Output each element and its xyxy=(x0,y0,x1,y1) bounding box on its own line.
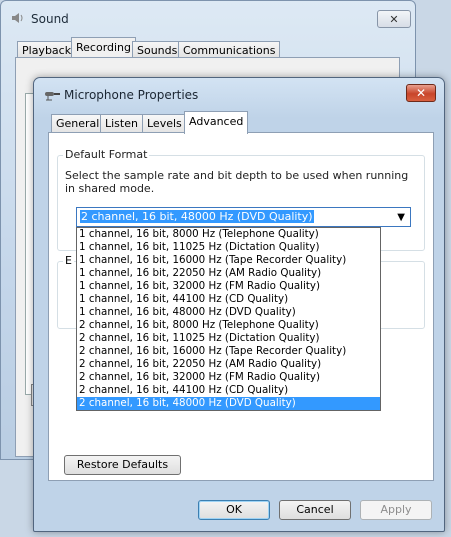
format-option[interactable]: 2 channel, 16 bit, 44100 Hz (CD Quality) xyxy=(77,384,380,397)
format-option[interactable]: 1 channel, 16 bit, 16000 Hz (Tape Record… xyxy=(77,254,380,267)
format-option[interactable]: 1 channel, 16 bit, 22050 Hz (AM Radio Qu… xyxy=(77,267,380,280)
restore-defaults-button[interactable]: Restore Defaults xyxy=(64,455,181,475)
exclusive-mode-label: E xyxy=(63,254,74,267)
format-option-highlighted[interactable]: 2 channel, 16 bit, 48000 Hz (DVD Quality… xyxy=(77,397,380,410)
ok-button[interactable]: OK xyxy=(198,500,270,520)
format-option[interactable]: 2 channel, 16 bit, 32000 Hz (FM Radio Qu… xyxy=(77,371,380,384)
format-option[interactable]: 1 channel, 16 bit, 32000 Hz (FM Radio Qu… xyxy=(77,280,380,293)
format-option[interactable]: 1 channel, 16 bit, 44100 Hz (CD Quality) xyxy=(77,293,380,306)
microphone-icon xyxy=(45,92,60,101)
tab-playback[interactable]: Playback xyxy=(17,41,77,58)
cancel-button[interactable]: Cancel xyxy=(279,500,351,520)
default-format-description: Select the sample rate and bit depth to … xyxy=(65,169,409,195)
dropdown-arrow-icon[interactable]: ▼ xyxy=(397,209,405,227)
format-option[interactable]: 1 channel, 16 bit, 11025 Hz (Dictation Q… xyxy=(77,241,380,254)
default-format-selected: 2 channel, 16 bit, 48000 Hz (DVD Quality… xyxy=(80,210,314,223)
format-option[interactable]: 2 channel, 16 bit, 8000 Hz (Telephone Qu… xyxy=(77,319,380,332)
tab-listen[interactable]: Listen xyxy=(100,114,143,133)
tab-general[interactable]: General xyxy=(51,114,105,133)
tab-recording[interactable]: Recording xyxy=(71,37,137,58)
format-dropdown-list[interactable]: 1 channel, 16 bit, 8000 Hz (Telephone Qu… xyxy=(76,227,381,411)
format-option[interactable]: 2 channel, 16 bit, 22050 Hz (AM Radio Qu… xyxy=(77,358,380,371)
format-option[interactable]: 1 channel, 16 bit, 8000 Hz (Telephone Qu… xyxy=(77,228,380,241)
format-option[interactable]: 2 channel, 16 bit, 11025 Hz (Dictation Q… xyxy=(77,332,380,345)
tab-communications[interactable]: Communications xyxy=(178,41,281,58)
sound-close-button[interactable]: ✕ xyxy=(377,10,411,28)
sound-window-title: Sound xyxy=(31,12,69,26)
apply-button[interactable]: Apply xyxy=(360,500,432,520)
speaker-icon xyxy=(12,13,23,23)
default-format-select[interactable]: 2 channel, 16 bit, 48000 Hz (DVD Quality… xyxy=(76,207,411,227)
format-option[interactable]: 1 channel, 16 bit, 48000 Hz (DVD Quality… xyxy=(77,306,380,319)
dialog-title: Microphone Properties xyxy=(64,88,199,102)
tab-sounds[interactable]: Sounds xyxy=(132,41,183,58)
close-button[interactable]: ✕ xyxy=(406,84,436,102)
tab-advanced[interactable]: Advanced xyxy=(184,111,249,134)
format-option[interactable]: 2 channel, 16 bit, 16000 Hz (Tape Record… xyxy=(77,345,380,358)
default-format-label: Default Format xyxy=(63,148,150,161)
tab-levels[interactable]: Levels xyxy=(142,114,187,133)
